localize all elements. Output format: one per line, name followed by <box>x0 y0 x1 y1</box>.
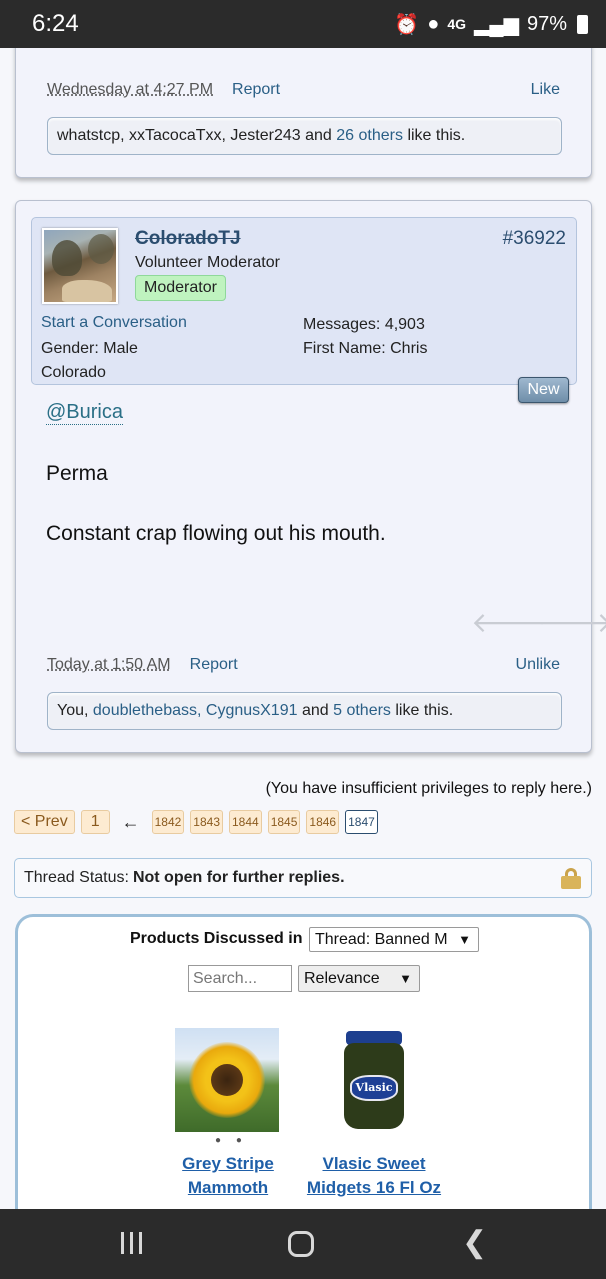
page-button[interactable]: 1844 <box>229 810 262 834</box>
home-icon[interactable] <box>288 1231 314 1257</box>
new-badge: New <box>518 377 569 403</box>
previous-post: Wednesday at 4:27 PM Report Like whatstc… <box>15 48 592 178</box>
thread-filter-value: Thread: Banned M <box>315 931 448 948</box>
likes-and: and <box>305 127 332 144</box>
navigation-bar: ❮ <box>0 1209 606 1279</box>
post-meta: Today at 1:50 AM Report Unlike <box>16 656 591 674</box>
arrow-right-icon[interactable]: 🡒 <box>538 605 606 639</box>
page-content: Wednesday at 4:27 PM Report Like whatstc… <box>0 48 606 1209</box>
current-page: 1847 <box>345 810 378 834</box>
user-first-name: First Name: Chris <box>303 340 428 357</box>
post-date[interactable]: Wednesday at 4:27 PM <box>47 81 213 99</box>
start-conversation-link[interactable]: Start a Conversation <box>41 314 187 332</box>
thread-status: Thread Status: Not open for further repl… <box>14 858 592 898</box>
product-title-link[interactable]: Vlasic Sweet Midgets 16 Fl Oz <box>303 1152 445 1200</box>
user-gender: Gender: Male <box>41 340 138 357</box>
signal-icon: ▂▄▆ <box>474 13 519 36</box>
product-title-link[interactable]: Grey Stripe Mammoth <box>173 1152 283 1200</box>
page-1-button[interactable]: 1 <box>80 810 110 834</box>
recent-apps-icon[interactable] <box>119 1232 145 1254</box>
status-bar: 6:24 ⏰ ● 4G ▂▄▆ 97% <box>0 0 606 48</box>
pagination: < Prev 1 ← 1842 1843 1844 1845 1846 1847 <box>14 810 378 834</box>
user-messages: Messages: 4,903 <box>303 316 425 333</box>
likes-suffix: like this. <box>407 127 466 144</box>
product-title-line: Mammoth <box>187 1178 269 1197</box>
thread-filter-select[interactable]: Thread: Banned M ▼ <box>309 927 479 952</box>
post-number[interactable]: #36922 <box>503 228 566 250</box>
moderator-badge: Moderator <box>135 275 226 301</box>
post-date[interactable]: Today at 1:50 AM <box>47 656 171 674</box>
user-info-box: ColoradoTJ Volunteer Moderator Moderator… <box>31 217 577 385</box>
post-card: ColoradoTJ Volunteer Moderator Moderator… <box>15 200 606 753</box>
product-search-input[interactable]: Search... <box>188 965 292 992</box>
dropdown-caret-icon: ▼ <box>458 932 471 947</box>
avatar[interactable] <box>42 228 118 304</box>
product-title-line: Vlasic Sweet <box>322 1154 426 1173</box>
others-link[interactable]: 26 others <box>336 127 403 145</box>
user-location: Colorado <box>41 364 106 381</box>
battery-level: 97% <box>526 12 567 35</box>
likes-you: You, <box>57 702 89 719</box>
thread-status-label: Thread Status: <box>24 869 129 886</box>
product-image-sunflower[interactable] <box>175 1028 279 1132</box>
report-link[interactable]: Report <box>232 81 280 99</box>
status-icons: ⏰ ● 4G ▂▄▆ 97% <box>394 12 588 37</box>
clock: 6:24 <box>32 10 79 37</box>
search-placeholder: Search... <box>193 970 258 987</box>
arrow-left-icon[interactable]: 🡐 <box>471 605 546 639</box>
report-link[interactable]: Report <box>190 656 238 674</box>
page-button[interactable]: 1845 <box>267 810 301 834</box>
prev-page-button[interactable]: < Prev <box>14 810 75 834</box>
back-icon[interactable]: ❮ <box>462 1228 490 1258</box>
liker-names[interactable]: whatstcp, xxTacocaTxx, Jester243 <box>57 127 301 145</box>
page-button[interactable]: 1842 <box>151 810 185 834</box>
dropdown-caret-icon: ▼ <box>399 971 412 986</box>
user-title: Volunteer Moderator <box>135 254 280 271</box>
likes-summary: You, doublethebass, CygnusX191 and 5 oth… <box>47 692 562 730</box>
battery-icon <box>577 14 588 34</box>
carousel-dots[interactable]: ● ● <box>215 1135 248 1146</box>
likes-and: and <box>301 702 329 719</box>
unlike-link[interactable]: Unlike <box>516 656 560 674</box>
likes-summary: whatstcp, xxTacocaTxx, Jester243 and 26 … <box>47 117 562 155</box>
sort-value: Relevance <box>304 970 380 987</box>
product-title-line: Midgets 16 Fl Oz <box>306 1178 442 1197</box>
post-text-line: Constant crap flowing out his mouth. <box>46 522 386 545</box>
products-panel: Products Discussed in Thread: Banned M ▼… <box>15 914 592 1209</box>
like-link[interactable]: Like <box>531 81 560 99</box>
likes-suffix: like this. <box>395 702 454 719</box>
liker-names[interactable]: doublethebass, CygnusX191 <box>93 702 298 720</box>
post-text-line: Perma <box>46 462 108 485</box>
sort-select[interactable]: Relevance ▼ <box>298 965 420 992</box>
jar-label-text: Vlasic <box>355 1081 393 1094</box>
product-image-jar[interactable]: Vlasic <box>344 1031 404 1131</box>
others-link[interactable]: 5 others <box>333 702 391 720</box>
thread-status-value: Not open for further replies. <box>132 869 345 886</box>
network-type: 4G <box>447 16 467 32</box>
product-title-line: Grey Stripe <box>182 1154 274 1173</box>
mention-link[interactable]: @Burica <box>46 401 123 425</box>
lock-icon <box>561 868 581 889</box>
page-button[interactable]: 1846 <box>306 810 340 834</box>
products-label: Products Discussed in <box>130 930 303 947</box>
reply-permission-note: (You have insufficient privileges to rep… <box>265 780 592 797</box>
location-icon: ● <box>427 12 440 35</box>
alarm-icon: ⏰ <box>394 13 420 36</box>
username[interactable]: ColoradoTJ <box>135 228 241 250</box>
post-meta: Wednesday at 4:27 PM Report Like <box>16 81 591 99</box>
page-button[interactable]: 1843 <box>190 810 223 834</box>
skip-arrow[interactable]: ← <box>122 812 140 833</box>
